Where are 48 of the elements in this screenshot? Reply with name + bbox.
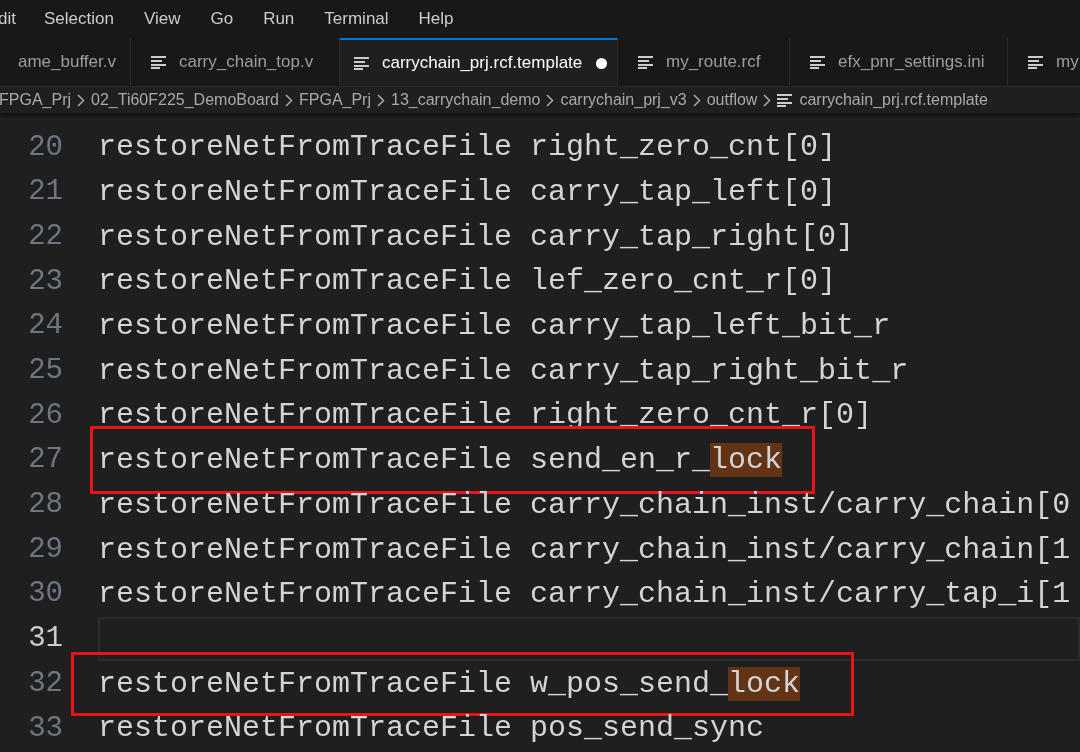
chevron-right-icon (377, 93, 385, 107)
code-line: restoreNetFromTraceFile w_pos_send_lock (98, 663, 801, 704)
line-number: 25 (27, 353, 63, 390)
chevron-right-icon (546, 93, 555, 107)
code-line: restoreNetFromTraceFile carry_tap_left[0] (98, 174, 837, 212)
code-line: restoreNetFromTraceFile carry_chain_inst/carry_tap_i[1 (98, 576, 1071, 614)
code-line: restoreNetFromTraceFile carry_chain_inst/carry_chain[1 (98, 531, 1071, 569)
code-line: restoreNetFromTraceFile carry_tap_right[0] (98, 218, 855, 256)
line-number: 21 (27, 174, 63, 211)
code-line: restoreNetFromTraceFile carry_tap_right_bit_r (98, 352, 909, 390)
line-number: 24 (27, 308, 63, 345)
breadcrumb-item[interactable]: carrychain_prj.rcf.template (799, 88, 988, 112)
breadcrumb-item[interactable]: carrychain_prj_v3 (560, 88, 687, 112)
breadcrumb-item[interactable]: 13_carrychain_demo (391, 88, 541, 112)
chevron-right-icon (77, 93, 85, 107)
code-line: restoreNetFromTraceFile pos_send_sync (98, 710, 765, 748)
line-number: 27 (27, 442, 63, 479)
menu-item[interactable]: Go (210, 6, 234, 32)
line-number: 20 (27, 129, 63, 166)
line-number: 33 (27, 710, 63, 747)
code-line: restoreNetFromTraceFile carry_tap_left_bit_r (98, 308, 891, 346)
menu-item[interactable]: Selection (43, 6, 114, 32)
line-number: 28 (27, 487, 63, 524)
line-number: 29 (27, 531, 63, 568)
breadcrumb-item[interactable]: 02_Ti60F225_DemoBoard (91, 88, 279, 112)
menu-item[interactable]: Terminal (324, 6, 389, 32)
code-line: restoreNetFromTraceFile carry_chain_inst/carry_chain[0 (98, 486, 1071, 524)
menu-item[interactable]: Run (263, 6, 295, 32)
code-line: restoreNetFromTraceFile send_en_r_lock (98, 440, 783, 481)
breadcrumb-item[interactable]: FPGA_Prj (0, 88, 71, 112)
breadcrumb-item[interactable]: FPGA_Prj (299, 88, 371, 112)
line-number: 22 (27, 218, 63, 255)
line-number: 30 (27, 576, 63, 613)
line-number: 31 (27, 621, 63, 658)
line-number: 26 (27, 397, 63, 434)
code-line: restoreNetFromTraceFile right_zero_cnt_r[0] (98, 397, 873, 435)
chevron-right-icon (763, 93, 772, 107)
code-line: restoreNetFromTraceFile lef_zero_cnt_r[0] (98, 263, 837, 301)
line-number: 23 (27, 263, 63, 300)
code-line: restoreNetFromTraceFile right_zero_cnt[0] (98, 129, 837, 167)
menu-item[interactable]: Help (418, 6, 454, 32)
chevron-right-icon (285, 93, 293, 107)
line-number: 32 (27, 665, 63, 702)
breadcrumb-item[interactable]: outflow (706, 88, 758, 112)
chevron-right-icon (692, 93, 701, 107)
menu-item[interactable]: View (143, 6, 181, 32)
editor-tab[interactable]: carrychain_prj.rcf.template (340, 38, 618, 86)
file-lines-icon (777, 93, 794, 107)
